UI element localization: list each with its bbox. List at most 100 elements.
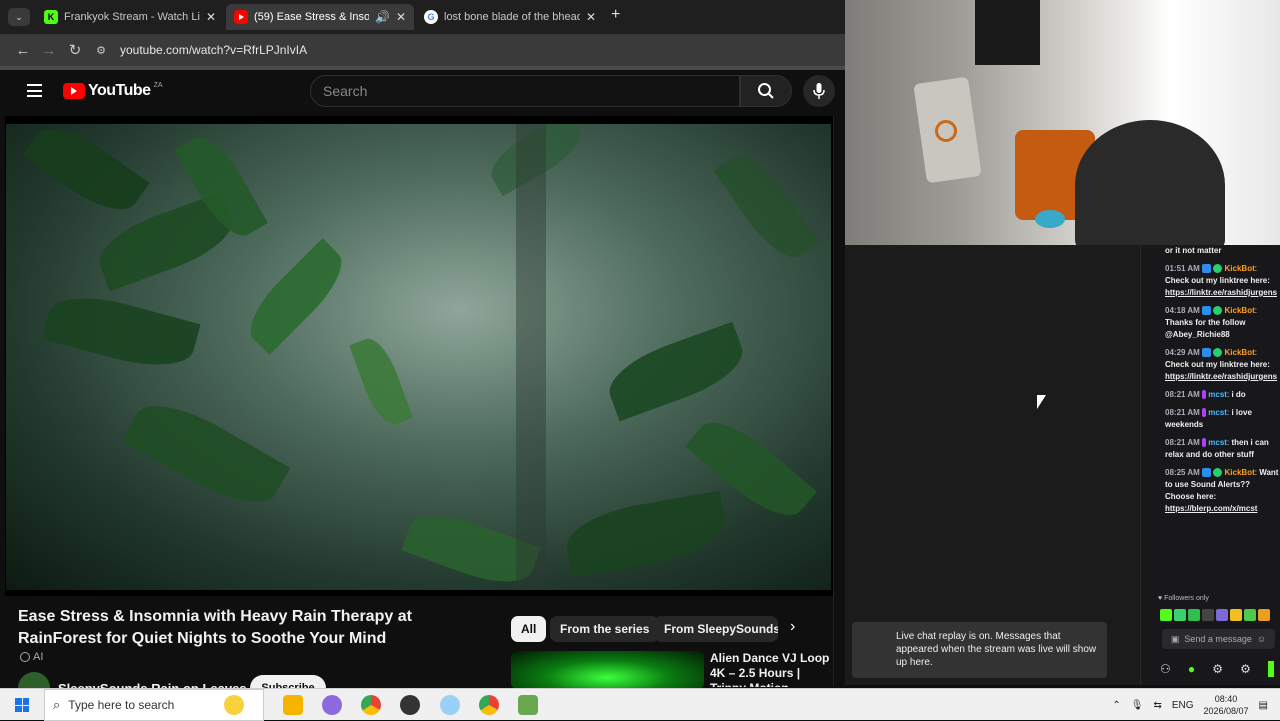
speaker-icon[interactable]: 🔊 [375, 10, 390, 24]
user-badge-icon [1202, 438, 1207, 448]
language-indicator[interactable]: ENG [1172, 700, 1194, 711]
search-input[interactable]: Search [310, 75, 740, 107]
emote-icon[interactable] [1188, 609, 1200, 621]
app-icon[interactable] [322, 695, 342, 715]
menu-hamburger-icon[interactable] [27, 84, 42, 97]
chat-username[interactable]: mcst [1208, 390, 1227, 399]
emote-icon[interactable] [1258, 609, 1270, 621]
url-field[interactable]: youtube.com/watch?v=RfrLPJnIvIA [120, 43, 307, 57]
youtube-play-icon [63, 83, 85, 99]
chip-from-channel[interactable]: From SleepySounds Ra [654, 616, 778, 642]
close-icon[interactable]: ✕ [396, 10, 406, 24]
chat-icon: ▣ [1170, 633, 1180, 644]
emoji-icon[interactable]: ☺ [1257, 634, 1266, 644]
emote-icon[interactable] [1216, 609, 1228, 621]
sparkle-icon[interactable] [224, 695, 244, 715]
page-scrollbar[interactable] [833, 116, 845, 686]
followers-only-text: Followers only [1164, 595, 1209, 602]
recommended-title[interactable]: Alien Dance VJ Loop 4K – 2.5 Hours | Tri… [710, 651, 830, 687]
tab-youtube-video[interactable]: (59) Ease Stress & Insomni 🔊 ✕ [226, 4, 414, 30]
microphone-icon [813, 83, 825, 99]
send-message-placeholder: Send a message [1184, 634, 1252, 644]
chip-from-series[interactable]: From the series [550, 616, 660, 642]
chat-link[interactable]: https://blerp.com/x/mcst [1165, 504, 1257, 513]
obs-icon[interactable] [400, 695, 420, 715]
app-icon[interactable] [518, 695, 538, 715]
tab-kick-stream[interactable]: K Frankyok Stream - Watch Live o ✕ [36, 4, 224, 30]
site-settings-icon[interactable]: ⚙ [88, 37, 114, 63]
reload-icon[interactable]: ↻ [62, 37, 88, 63]
tab-list-button[interactable]: ⌄ [8, 8, 30, 26]
chat-link[interactable]: https://linktr.ee/rashidjurgens [1165, 372, 1277, 381]
clock-time: 08:40 [1214, 694, 1238, 704]
users-icon[interactable]: ⚇ [1160, 662, 1171, 676]
back-arrow-icon[interactable]: ← [10, 37, 36, 63]
gear-icon[interactable]: ⚙ [1212, 662, 1223, 676]
forward-arrow-icon[interactable]: → [36, 37, 62, 63]
search-icon: ⌕ [53, 697, 61, 712]
chevron-right-icon[interactable]: › [790, 618, 795, 636]
emote-icon[interactable] [1160, 609, 1172, 621]
send-button[interactable] [1267, 661, 1274, 677]
youtube-logo[interactable]: YouTube ZA [63, 82, 163, 100]
address-bar-row: ← → ↻ ⚙ youtube.com/watch?v=RfrLPJnIvIA [0, 34, 845, 66]
windows-start-icon[interactable] [15, 698, 29, 712]
youtube-wordmark: YouTube [88, 82, 151, 99]
tab-title: Frankyok Stream - Watch Live o [64, 11, 200, 23]
ai-badge-label: AI [33, 651, 44, 663]
search-button[interactable] [740, 75, 792, 107]
video-player[interactable] [5, 116, 833, 596]
settings-icon[interactable]: ⚙ [1240, 662, 1251, 676]
new-tab-button[interactable]: + [611, 6, 620, 24]
verified-badge-icon [1213, 264, 1223, 274]
chat-username[interactable]: KickBot [1225, 264, 1255, 273]
chat-message: 08:21 AM mcst: i love weekends [1165, 408, 1252, 429]
recommended-thumbnail[interactable] [511, 651, 704, 689]
chat-timestamp: 08:21 AM [1165, 390, 1200, 399]
emote-bar [1160, 609, 1278, 623]
chat-username[interactable]: KickBot [1225, 468, 1255, 477]
emote-icon[interactable] [1202, 609, 1214, 621]
notification-icon[interactable]: ▤ [1259, 700, 1268, 711]
chat-message: 04:29 AM KickBot: Check out my linktree … [1165, 348, 1278, 381]
video-title: Ease Stress & Insomnia with Heavy Rain T… [18, 608, 412, 647]
network-icon[interactable]: ⇆ [1153, 700, 1161, 711]
file-explorer-icon[interactable] [283, 695, 303, 715]
microphone-icon[interactable]: 🎙 [1131, 700, 1144, 711]
google-icon: G [424, 10, 438, 24]
app-icon[interactable] [440, 695, 460, 715]
clock[interactable]: 08:40 2026/08/07 [1204, 693, 1249, 717]
chat-text: i do [1231, 390, 1246, 399]
chat-username[interactable]: KickBot [1225, 306, 1255, 315]
chat-message: 04:18 AM KickBot: Thanks for the follow … [1165, 306, 1257, 339]
chrome-icon[interactable] [361, 695, 381, 715]
chip-all[interactable]: All [511, 616, 547, 642]
clock-date: 2026/08/07 [1203, 706, 1249, 716]
voice-search-button[interactable] [803, 75, 835, 107]
close-icon[interactable]: ✕ [586, 10, 596, 24]
emote-icon[interactable] [1244, 609, 1256, 621]
chat-link[interactable]: https://linktr.ee/rashidjurgens [1165, 288, 1277, 297]
chrome-icon[interactable] [479, 695, 499, 715]
chat-username[interactable]: mcst [1208, 438, 1227, 447]
chat-username[interactable]: KickBot [1225, 348, 1255, 357]
emote-icon[interactable] [1174, 609, 1186, 621]
ai-badge: AI [20, 651, 43, 663]
taskbar-search-placeholder: Type here to search [68, 698, 175, 712]
mouse-cursor-icon [1037, 395, 1046, 409]
chat-timestamp: 04:18 AM [1165, 306, 1200, 315]
chat-message: 01:51 AM KickBot: Check out my linktree … [1165, 264, 1278, 297]
chat-timestamp: 08:21 AM [1165, 408, 1200, 417]
chevron-up-icon[interactable]: ⌃ [1112, 700, 1120, 711]
close-icon[interactable]: ✕ [206, 10, 216, 24]
emote-icon[interactable] [1230, 609, 1242, 621]
chat-text: Check out my linktree here: [1165, 276, 1270, 285]
send-message-input[interactable]: ▣ Send a message ☺ [1162, 629, 1275, 649]
chat-username[interactable]: mcst [1208, 408, 1227, 417]
tab-google-search[interactable]: G lost bone blade of the bheaded ✕ [416, 4, 604, 30]
browser-tab-bar: ⌄ K Frankyok Stream - Watch Live o ✕ (59… [0, 0, 845, 34]
info-icon [20, 652, 30, 662]
chat-timestamp: 08:25 AM [1165, 468, 1200, 477]
bot-badge-icon [1202, 306, 1212, 316]
kick-icon[interactable]: ● [1188, 662, 1195, 676]
